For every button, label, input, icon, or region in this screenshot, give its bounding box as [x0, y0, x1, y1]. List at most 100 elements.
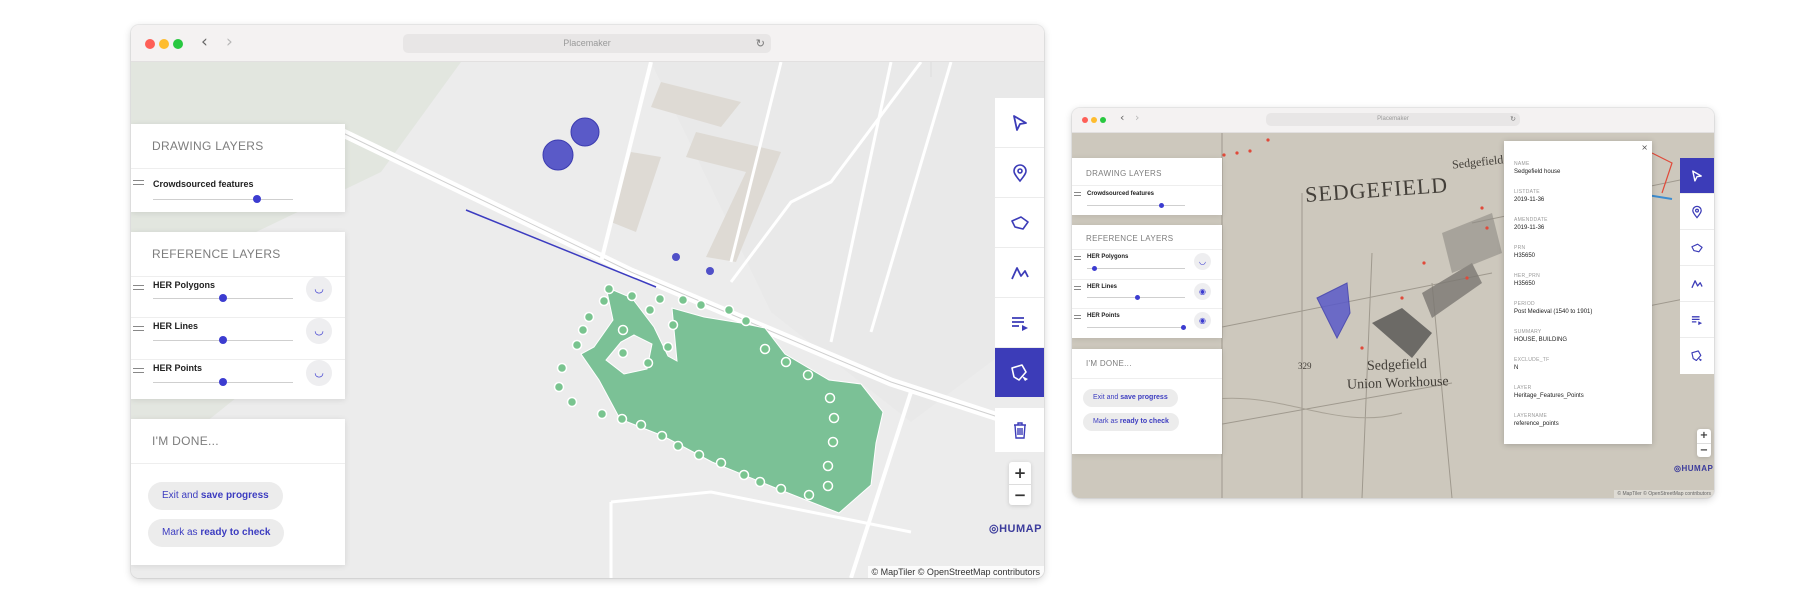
reload-icon[interactable]: ↻ — [756, 34, 765, 53]
eye-closed-icon[interactable]: ◡ — [1194, 253, 1211, 270]
field-value: N — [1514, 365, 1519, 371]
reference-layers-panel: REFERENCE LAYERS HER Polygons ◡ HER Line… — [1072, 225, 1222, 338]
draw-polygon-icon[interactable] — [1680, 230, 1714, 266]
slider-knob[interactable] — [219, 336, 227, 344]
drag-handle-icon[interactable] — [133, 368, 144, 373]
slider-knob[interactable] — [1159, 203, 1164, 208]
field-value: Sedgefield house — [1514, 169, 1561, 175]
field-key: PERIOD — [1514, 301, 1535, 307]
done-panel: I'M DONE... Exit and save progress Mark … — [131, 419, 345, 565]
maximize-window-button[interactable] — [173, 39, 183, 49]
eye-closed-icon[interactable]: ◡ — [306, 318, 332, 344]
opacity-slider[interactable] — [153, 378, 293, 386]
draw-polygon-icon[interactable] — [995, 198, 1044, 248]
drag-handle-icon[interactable] — [1074, 256, 1081, 260]
trash-icon[interactable] — [995, 408, 1044, 452]
eye-closed-icon[interactable]: ◡ — [306, 276, 332, 302]
maximize-window-button[interactable] — [1100, 117, 1106, 123]
chevron-left-icon[interactable]: ‹ — [1120, 111, 1124, 124]
drag-handle-icon[interactable] — [133, 326, 144, 331]
zoom-in-button[interactable]: + — [1697, 429, 1711, 442]
minimize-window-button[interactable] — [159, 39, 169, 49]
place-marker-icon[interactable] — [995, 148, 1044, 198]
select-pointer-icon[interactable] — [1680, 158, 1714, 194]
point-feature[interactable] — [570, 117, 600, 147]
layer-row: HER Lines ◡ — [131, 317, 345, 359]
slider-knob[interactable] — [1135, 295, 1140, 300]
layer-row: HER Polygons ◡ — [131, 276, 345, 317]
historic-map-canvas[interactable]: SEDGEFIELD Sedgefield Sedgefield Union W… — [1072, 133, 1714, 498]
reference-layers-title: REFERENCE LAYERS — [1086, 234, 1174, 243]
map-canvas[interactable]: DRAWING LAYERS Crowdsourced features REF… — [131, 62, 1044, 578]
point-feature[interactable] — [542, 139, 574, 171]
save-prefix: Exit and — [162, 490, 199, 501]
zoom-control: + − — [1697, 429, 1711, 457]
opacity-slider[interactable] — [1087, 295, 1185, 300]
field-value: Post Medieval (1540 to 1901) — [1514, 309, 1593, 315]
point-feature[interactable] — [672, 253, 680, 261]
eye-icon[interactable]: ◉ — [1194, 283, 1211, 300]
slider-knob[interactable] — [219, 378, 227, 386]
draw-line-icon[interactable] — [995, 248, 1044, 298]
field-value: HOUSE, BUILDING — [1514, 337, 1568, 343]
place-marker-icon[interactable] — [1680, 194, 1714, 230]
opacity-slider[interactable] — [1087, 203, 1185, 208]
zoom-control: + − — [1009, 462, 1031, 505]
field-key: LAYER — [1514, 385, 1532, 391]
drawing-layers-panel: DRAWING LAYERS Crowdsourced features — [1072, 158, 1222, 215]
edit-polygon-icon[interactable] — [1680, 338, 1714, 374]
slider-knob[interactable] — [253, 195, 261, 203]
opacity-slider[interactable] — [153, 336, 293, 344]
opacity-slider[interactable] — [153, 195, 293, 203]
edit-polygon-icon[interactable] — [995, 348, 1044, 398]
layer-label: HER Points — [1087, 313, 1120, 319]
select-pointer-icon[interactable] — [995, 98, 1044, 148]
drag-handle-icon[interactable] — [1074, 286, 1081, 290]
drawing-layers-title: DRAWING LAYERS — [152, 139, 264, 153]
zoom-out-button[interactable]: − — [1697, 443, 1711, 457]
list-play-icon[interactable] — [1680, 302, 1714, 338]
done-panel: I'M DONE... Exit and save progress Mark … — [1072, 349, 1222, 454]
opacity-slider[interactable] — [153, 294, 293, 302]
opacity-slider[interactable] — [1087, 266, 1185, 271]
drag-handle-icon[interactable] — [1074, 192, 1081, 196]
minimize-window-button[interactable] — [1091, 117, 1097, 123]
reload-icon[interactable]: ↻ — [1510, 113, 1516, 126]
logo-text: HUMAP — [1681, 464, 1714, 473]
close-window-button[interactable] — [145, 39, 155, 49]
browser-window-main: ‹ › Placemaker ↻ DRAWING LAYERS Crowdsou… — [131, 25, 1044, 578]
zoom-out-button[interactable]: − — [1009, 484, 1031, 505]
slider-knob[interactable] — [1181, 325, 1186, 330]
save-progress-button[interactable]: Exit and save progress — [148, 482, 283, 510]
chevron-right-icon[interactable]: › — [226, 32, 233, 52]
chevron-right-icon[interactable]: › — [1135, 111, 1139, 124]
map-attribution[interactable]: © MapTiler © OpenStreetMap contributors — [1614, 490, 1714, 498]
eye-closed-icon[interactable]: ◡ — [306, 360, 332, 386]
chevron-left-icon[interactable]: ‹ — [201, 32, 208, 52]
drag-handle-icon[interactable] — [1074, 315, 1081, 319]
close-icon[interactable]: × — [1641, 143, 1648, 152]
address-bar[interactable]: Placemaker ↻ — [1266, 113, 1520, 126]
drag-handle-icon[interactable] — [133, 285, 144, 290]
opacity-slider[interactable] — [1087, 325, 1186, 330]
zoom-in-button[interactable]: + — [1009, 463, 1031, 483]
line-feature[interactable] — [465, 209, 657, 288]
list-play-icon[interactable] — [995, 298, 1044, 348]
eye-icon[interactable]: ◉ — [1194, 312, 1211, 329]
map-attribution[interactable]: © MapTiler © OpenStreetMap contributors — [867, 566, 1044, 578]
address-text: Placemaker — [1377, 116, 1409, 122]
save-progress-button[interactable]: Exit and save progress — [1083, 389, 1178, 407]
slider-knob[interactable] — [1092, 266, 1097, 271]
ready-to-check-button[interactable]: Mark as ready to check — [1083, 413, 1179, 431]
drag-handle-icon[interactable] — [133, 180, 144, 185]
map-pin-icon: ◎ — [989, 523, 1000, 535]
address-bar[interactable]: Placemaker ↻ — [403, 34, 771, 53]
ready-to-check-button[interactable]: Mark as ready to check — [148, 519, 285, 547]
polygon-feature[interactable] — [580, 286, 884, 514]
slider-knob[interactable] — [219, 294, 227, 302]
field-key: HER_PRN — [1514, 273, 1540, 279]
close-window-button[interactable] — [1082, 117, 1088, 123]
draw-line-icon[interactable] — [1680, 266, 1714, 302]
layer-label: HER Lines — [1087, 284, 1118, 290]
point-feature[interactable] — [706, 267, 714, 275]
